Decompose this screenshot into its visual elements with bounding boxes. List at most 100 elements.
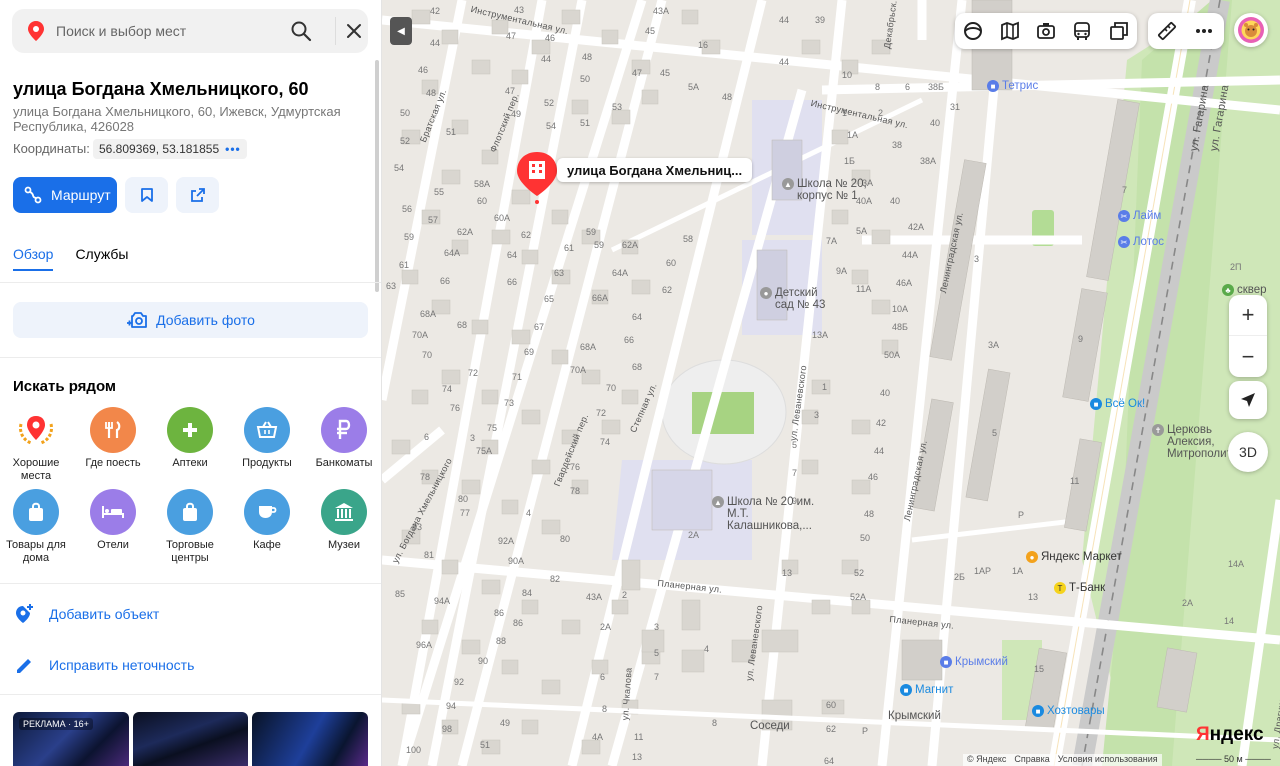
house-number: 94 [446, 701, 457, 711]
nearby-good-places[interactable]: Хорошие места [0, 407, 75, 483]
house-number: 80 [458, 494, 469, 504]
poi-laim[interactable]: ✂ Лайм [1118, 210, 1161, 222]
house-number: 92 [454, 677, 465, 687]
place-marker[interactable] [515, 150, 559, 204]
sidebar-scrollbar[interactable] [375, 60, 379, 292]
ad-image[interactable] [252, 712, 369, 766]
avatar-icon [1238, 17, 1264, 43]
fix-error-link[interactable]: Исправить неточность [13, 654, 194, 676]
route-icon [24, 186, 42, 204]
house-number: 68 [632, 362, 643, 372]
house-number: 69 [524, 347, 535, 357]
house-number: 7 [1122, 185, 1128, 195]
poi-sosedi[interactable]: Соседи [750, 720, 790, 732]
search-divider [335, 17, 336, 45]
zoom-out-button[interactable]: − [1229, 336, 1267, 377]
my-location-button[interactable] [1229, 381, 1267, 419]
search-icon[interactable] [290, 20, 312, 42]
house-number: 52А [850, 592, 867, 602]
nearby-hotels[interactable]: Отели [74, 489, 152, 552]
house-number: 51 [480, 740, 491, 750]
coordinates-box[interactable]: 56.809369, 53.181855 ••• [93, 139, 247, 159]
house-number: 6 [600, 672, 606, 682]
help-link[interactable]: Справка [1014, 754, 1049, 766]
zoom-in-button[interactable]: + [1229, 295, 1267, 336]
more-menu-button[interactable] [1185, 13, 1222, 49]
shop-icon: ■ [1032, 705, 1044, 717]
search-input[interactable] [56, 9, 286, 53]
marker-label[interactable]: улица Богдана Хмельниц... [557, 158, 753, 182]
nearby-groceries[interactable]: Продукты [228, 407, 306, 470]
add-location-icon [16, 604, 33, 623]
house-number: 78 [570, 486, 581, 496]
poi-school-kalashnikov[interactable]: ▲ Школа № 20 им. М.Т. Калашникова,... [712, 496, 827, 532]
transport-button[interactable] [1064, 13, 1100, 49]
collapse-sidebar-button[interactable]: ◀ [390, 17, 412, 45]
house-number: 71 [512, 372, 523, 382]
panorama-button[interactable] [955, 13, 991, 49]
layers-button[interactable] [1101, 13, 1137, 49]
house-number: 70А [570, 365, 587, 375]
poi-t-bank[interactable]: T Т-Банк [1054, 582, 1105, 594]
poi-magnit[interactable]: ■ Магнит [900, 684, 953, 696]
layers-icon [1109, 22, 1128, 40]
share-button[interactable] [176, 177, 219, 213]
nearby-home-goods[interactable]: Товары для дома [0, 489, 75, 565]
bookmark-button[interactable] [125, 177, 168, 213]
poi-lotos[interactable]: ✂ Лотос [1118, 236, 1164, 248]
3d-toggle-button[interactable]: 3D [1228, 432, 1268, 472]
route-button[interactable]: Маршрут [13, 177, 117, 213]
nearby-museums[interactable]: Музеи [305, 489, 381, 552]
user-avatar[interactable] [1234, 13, 1268, 47]
house-number: 9А [836, 266, 848, 276]
house-number: 48 [864, 509, 875, 519]
house-number: 48 [722, 92, 733, 102]
nearby-cafes[interactable]: Кафе [228, 489, 306, 552]
house-number: 6 [905, 82, 911, 92]
tours-button[interactable] [991, 13, 1027, 49]
house-number: 85 [395, 589, 406, 599]
cup-icon [244, 489, 290, 535]
ad-image[interactable] [132, 712, 249, 766]
tab-overview[interactable]: Обзор [13, 246, 54, 271]
house-number: 45 [645, 26, 656, 36]
house-number: 51 [580, 118, 591, 128]
add-object-link[interactable]: Добавить объект [13, 603, 159, 625]
nearby-food[interactable]: Где поесть [74, 407, 152, 470]
house-number: 11 [1070, 476, 1080, 486]
terms-link[interactable]: Условия использования [1058, 754, 1158, 766]
nearby-label: Аптеки [172, 457, 208, 469]
poi-school-20[interactable]: ▲ Школа № 20, корпус № 1 [782, 178, 877, 202]
nearby-malls[interactable]: Торговые центры [151, 489, 229, 565]
poi-vse-ok[interactable]: ■ Всё Ок! [1090, 398, 1145, 410]
nearby-pharmacies[interactable]: Аптеки [151, 407, 229, 470]
poi-yandex-market[interactable]: ● Яндекс Маркет [1026, 551, 1122, 563]
close-icon[interactable] [345, 22, 363, 40]
house-number: 46А [896, 278, 913, 288]
ad-banner[interactable]: РЕКЛАМА · 16+ [13, 712, 369, 766]
nearby-atms[interactable]: Банкоматы [305, 407, 381, 470]
camera-plus-icon [127, 312, 147, 328]
house-number: 68А [580, 342, 597, 352]
photo-layer-button[interactable] [1028, 13, 1064, 49]
coordinates-value[interactable]: 56.809369, 53.181855 [99, 142, 219, 156]
house-number: 13 [1028, 592, 1039, 602]
tab-services[interactable]: Службы [75, 246, 128, 271]
house-number: 7 [654, 672, 660, 682]
house-number: 46 [545, 33, 556, 43]
house-number: 62А [622, 240, 639, 250]
ad-image[interactable]: РЕКЛАМА · 16+ [13, 712, 129, 766]
ruler-button[interactable] [1148, 13, 1185, 49]
poi-krymsky-shop[interactable]: ■ Крымский [940, 656, 1008, 668]
poi-hoztovary[interactable]: ■ Хозтовары [1032, 705, 1105, 717]
map-canvas[interactable]: 42 44 46 48 50 51 52 54 55 56 57 58А 60 … [382, 0, 1280, 766]
add-photo-button[interactable]: Добавить фото [13, 302, 368, 338]
house-number: 86 [494, 608, 505, 618]
poi-kindergarten[interactable]: ● Детский сад № 43 [760, 287, 835, 311]
poi-tetris[interactable]: ■ Тетрис [987, 80, 1038, 92]
house-number: 90 [478, 656, 489, 666]
house-number: 100 [406, 745, 422, 755]
more-icon[interactable]: ••• [225, 142, 241, 156]
house-number: 10А [892, 304, 909, 314]
nearby-label: Хорошие места [12, 457, 60, 482]
